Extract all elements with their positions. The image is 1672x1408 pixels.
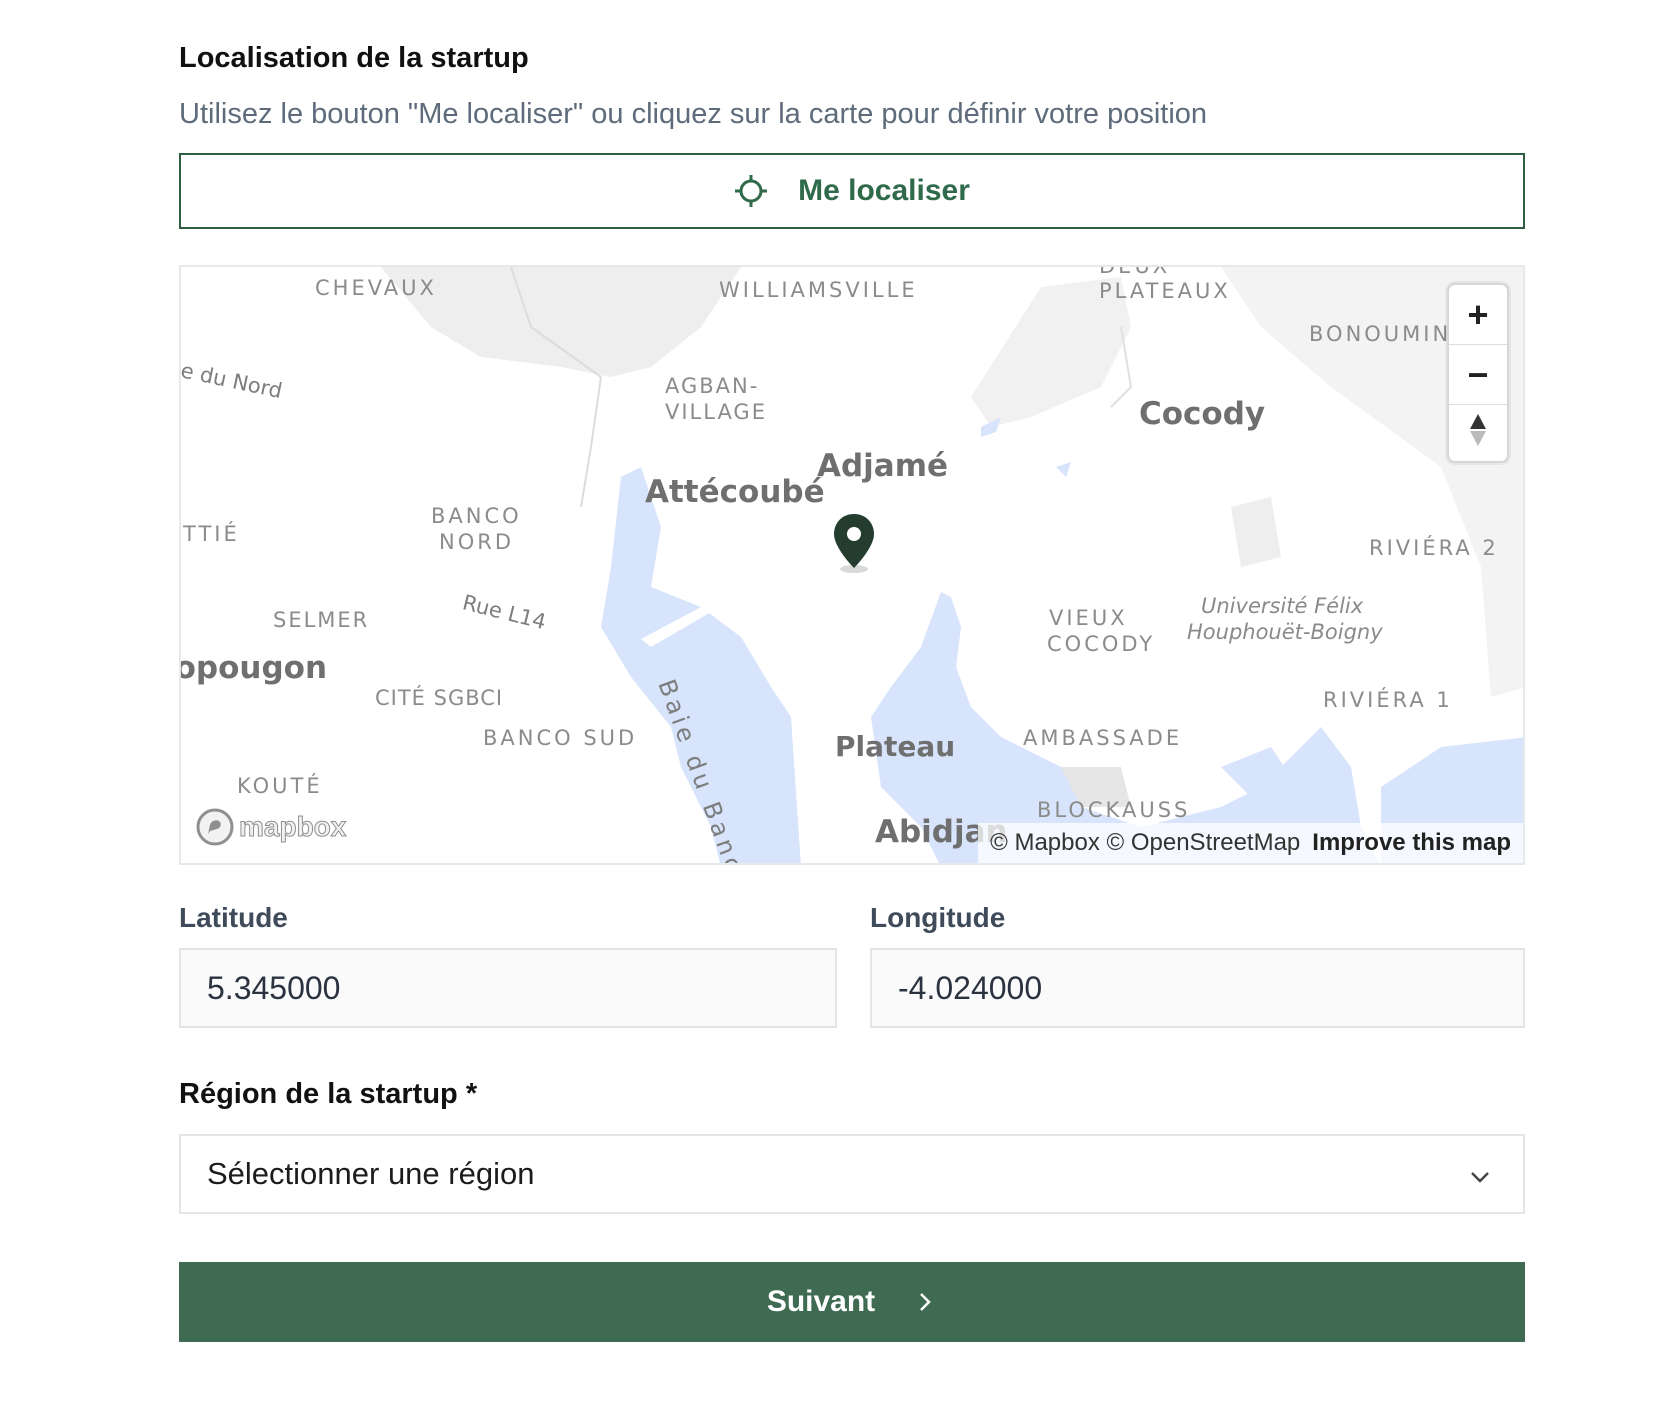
map-zoom-controls: + −: [1447, 283, 1509, 463]
compass-icon: [1468, 412, 1488, 457]
map-label-riviera-1: RIVIÉRA 1: [1323, 688, 1453, 712]
locate-me-label: Me localiser: [798, 174, 970, 207]
map-label-deux-plateaux: PLATEAUX: [1099, 279, 1231, 303]
map-attribution: © Mapbox © OpenStreetMap Improve this ma…: [978, 823, 1523, 863]
next-button-label: Suivant: [766, 1285, 876, 1318]
section-title: Localisation de la startup: [179, 42, 529, 74]
longitude-label: Longitude: [870, 902, 1006, 933]
region-select[interactable]: Sélectionner une région: [179, 1134, 1525, 1214]
compass-button[interactable]: [1449, 405, 1507, 464]
map-label-cocody: Cocody: [1139, 396, 1266, 432]
map-label-banco-sud: BANCO SUD: [483, 726, 638, 750]
attribution-text[interactable]: © Mapbox © OpenStreetMap: [990, 829, 1300, 857]
map-label-agban: AGBAN-: [665, 374, 760, 398]
map-label-universite-2: Houphouët-Boigny: [1187, 620, 1383, 644]
next-button[interactable]: Suivant: [179, 1262, 1525, 1342]
crosshair-icon: [734, 174, 768, 208]
mapbox-logo-icon: [195, 807, 235, 847]
zoom-in-button[interactable]: +: [1449, 285, 1507, 345]
chevron-right-icon: [913, 1290, 937, 1314]
longitude-field[interactable]: -4.024000: [870, 948, 1525, 1028]
map-label-selmer: SELMER: [273, 608, 370, 632]
map-label-banco-nord: BANCO: [431, 504, 522, 528]
location-hint: Utilisez le bouton "Me localiser" ou cli…: [179, 98, 1208, 130]
map-label-riviera-2: RIVIÉRA 2: [1369, 536, 1499, 560]
map-label-vieux-cocody-2: COCODY: [1047, 632, 1156, 656]
map-label-universite: Université Félix: [1201, 594, 1364, 618]
map-label-adjame: Adjamé: [817, 448, 949, 484]
map-label-koute: KOUTÉ: [237, 774, 323, 798]
location-pin-icon[interactable]: [831, 512, 877, 574]
map-label-williamsville: WILLIAMSVILLE: [719, 278, 918, 302]
map-label-plateau: Plateau: [835, 730, 956, 763]
chevron-down-icon: [1467, 1162, 1493, 1188]
zoom-out-button[interactable]: −: [1449, 345, 1507, 405]
map-label-agban-village: VILLAGE: [665, 400, 767, 424]
map-label-ambassade: AMBASSADE: [1023, 726, 1183, 750]
region-select-value: Sélectionner une région: [207, 1156, 535, 1191]
mapbox-logo[interactable]: mapbox: [195, 807, 347, 847]
latitude-label: Latitude: [179, 902, 288, 933]
map-label-blockauss: BLOCKAUSS: [1037, 798, 1191, 822]
region-label: Région de la startup *: [179, 1078, 478, 1110]
location-map[interactable]: CHEVAUX WILLIAMSVILLE DEUX PLATEAUX BONO…: [179, 265, 1525, 865]
map-label-attie: TTIÉ: [183, 522, 240, 546]
mapbox-logo-text: mapbox: [238, 811, 347, 843]
map-label-chevaux: CHEVAUX: [315, 276, 437, 300]
locate-me-button[interactable]: Me localiser: [179, 153, 1525, 229]
map-label-yopougon: Yopougon: [181, 650, 328, 686]
latitude-field[interactable]: 5.345000: [179, 948, 837, 1028]
map-label-attecoube: Attécoubé: [645, 474, 825, 510]
map-label-banco-nord-2: NORD: [439, 530, 514, 554]
map-label-cite-sgbci: CITÉ SGBCI: [375, 686, 504, 710]
improve-map-link[interactable]: Improve this map: [1312, 829, 1511, 857]
map-label-bonoumin: BONOUMIN: [1309, 322, 1452, 346]
map-label-vieux-cocody: VIEUX: [1049, 606, 1128, 630]
